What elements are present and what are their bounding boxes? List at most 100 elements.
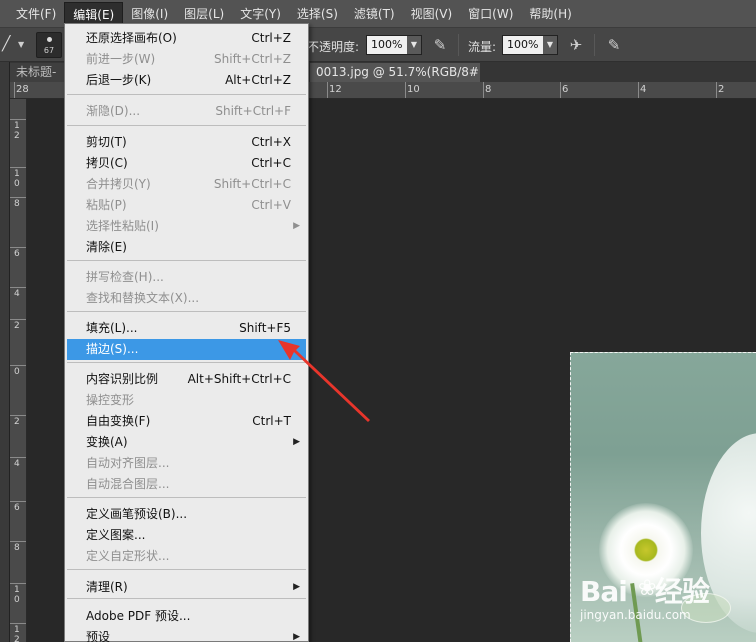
baidu-jingyan-watermark: Bai 经验 ❀ jingyan.baidu.com <box>580 570 750 630</box>
menu-item-copy[interactable]: 拷贝(C) Ctrl+C <box>67 153 306 174</box>
menu-separator <box>67 311 306 312</box>
ruler-tick <box>10 167 26 168</box>
menu-item-label: 粘贴(P) <box>86 198 127 212</box>
menu-item-label: 拼写检查(H)... <box>86 270 164 284</box>
opacity-field[interactable]: 100% ▼ <box>366 35 422 55</box>
options-divider <box>458 34 459 56</box>
menu-item-label: 自动混合图层... <box>86 477 170 491</box>
photoshop-window: 文件(F) 编辑(E) 图像(I) 图层(L) 文字(Y) 选择(S) 滤镜(T… <box>0 0 756 642</box>
options-divider <box>594 34 595 56</box>
menu-select[interactable]: 选择(S) <box>289 2 346 26</box>
airbrush-icon[interactable]: ✈ <box>566 36 586 54</box>
flow-dropdown-icon[interactable]: ▼ <box>543 36 557 54</box>
menu-item-label: 描边(S)... <box>86 342 139 356</box>
menu-item-label: 定义图案... <box>86 528 146 542</box>
menu-item-undo[interactable]: 还原选择画布(O) Ctrl+Z <box>67 28 306 49</box>
menu-item-shortcut: Shift+Ctrl+F <box>215 104 291 118</box>
menu-item-check-spelling[interactable]: 拼写检查(H)... <box>67 267 306 288</box>
menu-item-step-forward[interactable]: 前进一步(W) Shift+Ctrl+Z <box>67 49 306 70</box>
ruler-label: 1 2 <box>14 625 20 642</box>
menu-item-find-replace-text[interactable]: 查找和替换文本(X)... <box>67 288 306 309</box>
menu-separator <box>67 598 306 599</box>
ruler-tick <box>10 457 26 458</box>
menu-item-label: 自动对齐图层... <box>86 456 170 470</box>
pressure-opacity-icon[interactable]: ✎ <box>430 36 450 54</box>
tool-preset-arrow-icon[interactable]: ▼ <box>18 40 24 49</box>
ruler-label: 1 0 <box>14 169 20 189</box>
menu-item-label: 渐隐(D)... <box>86 104 141 118</box>
brush-preset-picker[interactable]: 67 <box>36 32 62 58</box>
menu-item-paste[interactable]: 粘贴(P) Ctrl+V <box>67 195 306 216</box>
menu-item-define-brush-preset[interactable]: 定义画笔预设(B)... <box>67 504 306 525</box>
vertical-ruler: 1 2 1 0 8 6 4 2 0 2 4 6 8 1 0 1 2 <box>10 99 27 642</box>
menu-item-copy-merged[interactable]: 合并拷贝(Y) Shift+Ctrl+C <box>67 174 306 195</box>
paw-logo-icon: ❀ <box>638 576 657 601</box>
ruler-label: 2 <box>14 417 20 427</box>
menu-file[interactable]: 文件(F) <box>8 2 64 26</box>
menu-separator <box>67 569 306 570</box>
brush-tip-icon <box>47 37 52 42</box>
ruler-label: 6 <box>14 503 20 513</box>
opacity-label: 不透明度: <box>307 40 360 54</box>
brush-tool-icon[interactable]: ╱ <box>2 36 18 52</box>
menu-item-cut[interactable]: 剪切(T) Ctrl+X <box>67 132 306 153</box>
flow-value: 100% <box>507 38 539 51</box>
menu-item-purge[interactable]: 清理(R) ▶ <box>67 577 306 598</box>
tools-panel-edge <box>0 62 10 642</box>
menu-item-clear[interactable]: 清除(E) <box>67 237 306 258</box>
watermark-url: jingyan.baidu.com <box>580 608 691 622</box>
menu-help[interactable]: 帮助(H) <box>521 2 579 26</box>
menu-item-label: 拷贝(C) <box>86 156 128 170</box>
menu-item-presets[interactable]: 预设 ▶ <box>67 627 306 642</box>
menu-item-paste-special[interactable]: 选择性粘贴(I) ▶ <box>67 216 306 237</box>
ruler-tick <box>405 82 406 98</box>
menu-item-label: Adobe PDF 预设... <box>86 609 191 623</box>
menu-item-label: 清除(E) <box>86 240 127 254</box>
ruler-tick <box>10 319 26 320</box>
ruler-tick <box>10 541 26 542</box>
opacity-value: 100% <box>371 38 403 51</box>
menu-image[interactable]: 图像(I) <box>123 2 176 26</box>
ruler-label: 4 <box>640 84 647 95</box>
menu-layer[interactable]: 图层(L) <box>176 2 232 26</box>
submenu-arrow-icon: ▶ <box>293 632 300 642</box>
menu-item-step-backward[interactable]: 后退一步(K) Alt+Ctrl+Z <box>67 70 306 91</box>
menu-window[interactable]: 窗口(W) <box>460 2 521 26</box>
menu-item-define-pattern[interactable]: 定义图案... <box>67 525 306 546</box>
tab-untitled[interactable]: 未标题- <box>10 63 70 82</box>
ruler-tick <box>10 415 26 416</box>
ruler-tick <box>638 82 639 98</box>
menu-item-shortcut: Ctrl+C <box>251 156 291 170</box>
menu-item-shortcut: Alt+Ctrl+Z <box>225 73 291 87</box>
menu-item-define-custom-shape[interactable]: 定义自定形状... <box>67 546 306 567</box>
menu-item-auto-align-layers[interactable]: 自动对齐图层... <box>67 453 306 474</box>
menu-item-transform[interactable]: 变换(A) ▶ <box>67 432 306 453</box>
ruler-tick <box>10 287 26 288</box>
menu-edit[interactable]: 编辑(E) <box>64 1 124 26</box>
ruler-label: 0 <box>14 367 20 377</box>
menu-item-label: 填充(L)... <box>86 321 138 335</box>
brush-size-value: 67 <box>43 46 55 55</box>
menu-item-adobe-pdf-presets[interactable]: Adobe PDF 预设... <box>67 606 306 627</box>
opacity-dropdown-icon[interactable]: ▼ <box>407 36 421 54</box>
pressure-size-icon[interactable]: ✎ <box>604 36 624 54</box>
watermark-brand-right: 经验 <box>654 575 710 608</box>
ruler-label: 8 <box>485 84 492 95</box>
menu-item-label: 内容识别比例 <box>86 372 159 386</box>
menu-filter[interactable]: 滤镜(T) <box>346 2 403 26</box>
tab-active-label: 0013.jpg @ 51.7%(RGB/8#) <box>316 65 480 79</box>
menu-item-auto-blend-layers[interactable]: 自动混合图层... <box>67 474 306 495</box>
menu-item-label: 操控变形 <box>86 393 135 407</box>
menu-item-fade[interactable]: 渐隐(D)... Shift+Ctrl+F <box>67 101 306 122</box>
ruler-label: 2 <box>14 321 20 331</box>
menu-view[interactable]: 视图(V) <box>403 2 461 26</box>
flow-field[interactable]: 100% ▼ <box>502 35 558 55</box>
ruler-tick <box>560 82 561 98</box>
tab-untitled-label: 未标题- <box>16 65 57 79</box>
ruler-label: 2 <box>718 84 725 95</box>
ruler-tick <box>10 197 26 198</box>
menu-type[interactable]: 文字(Y) <box>232 2 289 26</box>
tab-active-document[interactable]: 0013.jpg @ 51.7%(RGB/8#) × <box>310 63 480 82</box>
ruler-tick <box>10 119 26 120</box>
ruler-tick <box>14 82 15 98</box>
